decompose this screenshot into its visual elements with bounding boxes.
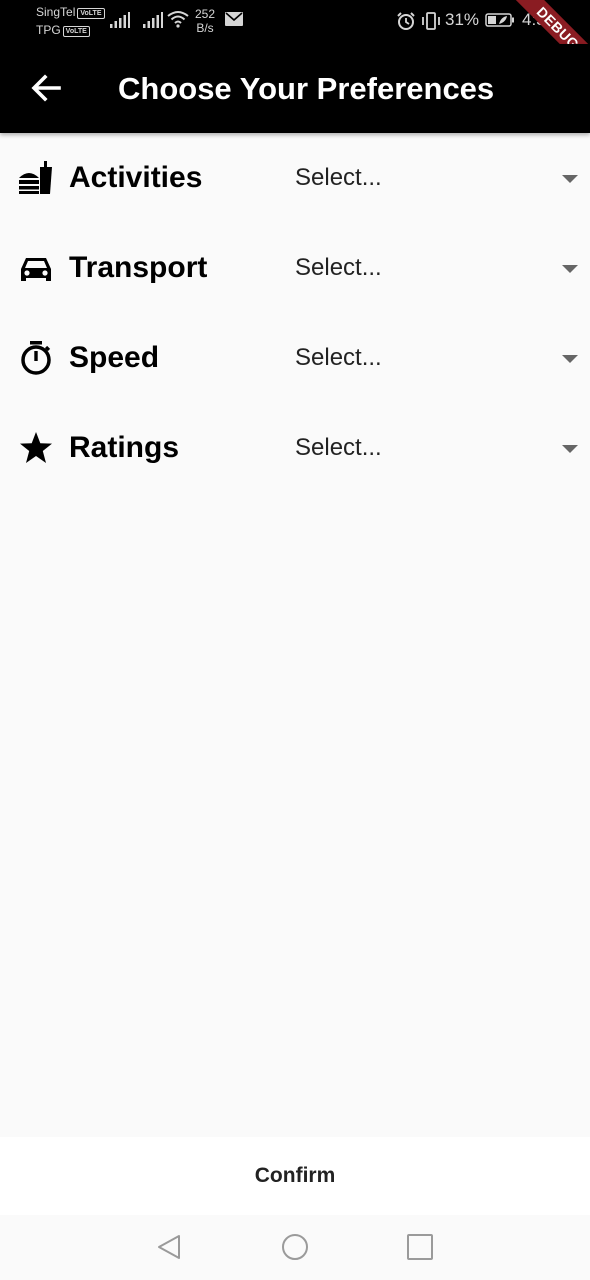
arrow-back-icon[interactable] <box>28 70 64 106</box>
chevron-down-icon <box>562 265 578 273</box>
preference-label-activities: Activities <box>69 161 203 194</box>
network-speed: 252 B/s <box>195 7 215 35</box>
nav-home-icon[interactable] <box>280 1232 310 1262</box>
vibrate-icon <box>422 12 440 30</box>
alarm-icon <box>397 12 415 30</box>
system-nav-bar <box>0 1215 590 1280</box>
ratings-dropdown[interactable]: Select... <box>295 429 585 467</box>
preferences-list: Activities Select... Transport Select...… <box>0 133 590 493</box>
mail-icon <box>225 12 243 26</box>
dropdown-value: Select... <box>295 254 382 281</box>
volte-badge: VoLTE <box>77 8 105 19</box>
page-title: Choose Your Preferences <box>118 71 495 106</box>
status-bar: SingTel VoLTE TPG VoLTE 252 B/s 31% DEBU… <box>0 0 590 85</box>
dropdown-value: Select... <box>295 344 382 371</box>
activities-dropdown[interactable]: Select... <box>295 159 585 197</box>
network-speed-unit: B/s <box>196 21 214 35</box>
signal-icon <box>110 12 130 28</box>
confirm-button[interactable]: Confirm <box>0 1137 590 1215</box>
preference-row-speed: Speed Select... <box>0 313 590 403</box>
chevron-down-icon <box>562 175 578 183</box>
preference-row-ratings: Ratings Select... <box>0 403 590 493</box>
carrier-2: TPG VoLTE <box>36 24 90 37</box>
timer-icon <box>21 341 51 375</box>
app-bar: Choose Your Preferences <box>0 44 590 133</box>
preference-label-ratings: Ratings <box>69 431 180 464</box>
dropdown-value: Select... <box>295 164 382 191</box>
network-speed-value: 252 <box>195 7 216 21</box>
confirm-label: Confirm <box>254 1164 336 1187</box>
nav-back-icon[interactable] <box>154 1232 184 1262</box>
volte-badge: VoLTE <box>62 26 90 37</box>
star-icon <box>20 432 52 463</box>
carrier-2-name: TPG <box>36 23 61 37</box>
preference-label-speed: Speed <box>69 341 160 374</box>
speed-dropdown[interactable]: Select... <box>295 339 585 377</box>
battery-percent: 31% <box>445 10 480 29</box>
nav-recents-icon[interactable] <box>405 1232 435 1262</box>
chevron-down-icon <box>562 445 578 453</box>
chevron-down-icon <box>562 355 578 363</box>
dropdown-value: Select... <box>295 434 382 461</box>
signal-icon <box>143 12 163 28</box>
preference-row-activities: Activities Select... <box>0 133 590 223</box>
carrier-1: SingTel VoLTE <box>36 6 105 19</box>
car-icon <box>21 258 51 281</box>
preference-row-transport: Transport Select... <box>0 223 590 313</box>
transport-dropdown[interactable]: Select... <box>295 249 585 287</box>
battery-icon <box>485 13 514 27</box>
fastfood-icon <box>19 161 52 194</box>
wifi-icon <box>167 11 189 28</box>
carrier-1-name: SingTel <box>36 5 76 19</box>
preference-label-transport: Transport <box>69 251 208 284</box>
